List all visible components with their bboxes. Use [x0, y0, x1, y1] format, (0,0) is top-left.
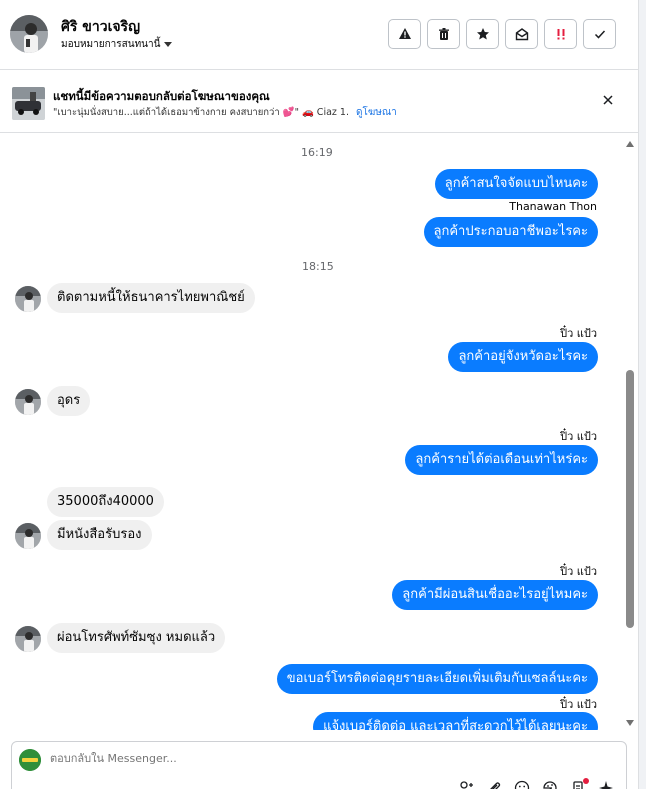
- ad-thumbnail[interactable]: [12, 87, 45, 120]
- ad-reply-banner: แชทนี้มีข้อความตอบกลับต่อโฆษณาของคุณ "เบ…: [0, 71, 638, 133]
- attach-button[interactable]: [486, 780, 502, 789]
- scroll-down-arrow-icon[interactable]: [626, 720, 634, 726]
- contact-avatar-small: [15, 626, 41, 652]
- star-icon: [476, 28, 489, 40]
- outgoing-message[interactable]: แจ้งเบอร์ติดต่อ และเวลาที่สะดวกไว้ได้เลย…: [313, 712, 598, 730]
- incoming-message[interactable]: มีหนังสือรับรอง: [47, 520, 152, 550]
- sender-name: ปิ๋ว แป้ว: [560, 430, 597, 443]
- sticker-button[interactable]: [542, 780, 558, 789]
- person-add-icon: [460, 781, 473, 789]
- contact-avatar-small: [15, 523, 41, 549]
- ad-banner-title: แชทนี้มีข้อความตอบกลับต่อโฆษณาของคุณ: [53, 89, 270, 103]
- ad-quote-text: "เบาะนุ่มนั่งสบาย...แต่ถ้าได้เธอมาข้างกา…: [53, 107, 349, 118]
- conversation-header: ศิริ ขาวเจริญ มอบหมายการสนทนานี้: [0, 0, 638, 70]
- outgoing-message[interactable]: ลูกค้าประกอบอาชีพอะไรคะ: [423, 217, 598, 247]
- outgoing-message[interactable]: ลูกค้ารายได้ต่อเดือนเท่าไหร่คะ: [405, 445, 598, 475]
- outgoing-message[interactable]: ลูกค้ามีผ่อนสินเชื่ออะไรอยู่ไหมคะ: [392, 580, 598, 610]
- incoming-message[interactable]: ผ่อนโทรศัพท์ซัมซุง หมดแล้ว: [47, 623, 226, 653]
- contact-avatar-small: [15, 389, 41, 415]
- caret-down-icon: [164, 42, 173, 47]
- composer-toolbar: [458, 778, 614, 789]
- emoji-button[interactable]: [514, 780, 530, 789]
- view-ad-link[interactable]: ดูโฆษณา: [356, 105, 397, 120]
- contact-name[interactable]: ศิริ ขาวเจริญ: [61, 16, 140, 38]
- outgoing-message[interactable]: ลูกค้าสนใจจัดแบบไหนคะ: [434, 169, 598, 199]
- message-thread: 16:19 ลูกค้าสนใจจัดแบบไหนคะ Thanawan Tho…: [0, 134, 622, 730]
- timestamp: 16:19: [301, 146, 333, 159]
- sender-name: ปิ๋ว แป้ว: [560, 698, 597, 711]
- scrollbar-thumb[interactable]: [626, 370, 634, 628]
- close-icon[interactable]: [601, 93, 615, 107]
- ai-assist-button[interactable]: [598, 780, 614, 789]
- mark-unread-button[interactable]: [505, 19, 538, 49]
- timestamp: 18:15: [302, 260, 334, 273]
- incoming-message[interactable]: ติดตามหนี้ให้ธนาคารไทยพาณิชย์: [47, 283, 255, 313]
- mark-done-button[interactable]: [583, 19, 616, 49]
- sparkle-icon: [599, 781, 613, 789]
- assign-conversation-dropdown[interactable]: มอบหมายการสนทนานี้: [61, 37, 173, 52]
- contact-avatar[interactable]: [10, 15, 48, 53]
- checkmark-icon: [594, 30, 605, 39]
- sender-name: Thanawan Thon: [509, 200, 597, 213]
- panel-edge: [638, 0, 646, 789]
- trash-icon: [438, 28, 449, 40]
- header-actions: [388, 19, 616, 49]
- incoming-message[interactable]: อุดร: [47, 386, 91, 416]
- outgoing-message[interactable]: ลูกค้าอยู่จังหวัดอะไรคะ: [448, 342, 598, 372]
- warning-icon: [398, 28, 411, 39]
- smile-icon: [514, 780, 530, 789]
- spam-button[interactable]: [388, 19, 421, 49]
- sender-name: ปิ๋ว แป้ว: [560, 327, 597, 340]
- sticker-icon: [543, 781, 557, 789]
- saved-replies-button[interactable]: [570, 778, 589, 789]
- page-logo: [19, 749, 41, 771]
- star-button[interactable]: [466, 19, 499, 49]
- message-composer: [11, 741, 627, 789]
- contact-avatar-small: [15, 286, 41, 312]
- notification-dot: [583, 778, 589, 784]
- delete-button[interactable]: [427, 19, 460, 49]
- conversation-panel: ศิริ ขาวเจริญ มอบหมายการสนทนานี้ แชทนี้ม…: [0, 0, 646, 789]
- add-contact-button[interactable]: [458, 780, 474, 789]
- sender-name: ปิ๋ว แป้ว: [560, 565, 597, 578]
- exclamation-icon: [557, 29, 564, 40]
- outgoing-message[interactable]: ขอเบอร์โทรติดต่อคุยรายละเอียดเพิ่มเติมกั…: [276, 664, 598, 694]
- priority-button[interactable]: [544, 19, 577, 49]
- assign-conversation-label: มอบหมายการสนทนานี้: [61, 39, 161, 50]
- paperclip-icon: [490, 782, 501, 789]
- envelope-open-icon: [515, 28, 528, 41]
- reply-input[interactable]: [50, 752, 350, 765]
- scroll-up-arrow-icon[interactable]: [626, 141, 634, 147]
- incoming-message[interactable]: 35000ถึง40000: [47, 487, 164, 517]
